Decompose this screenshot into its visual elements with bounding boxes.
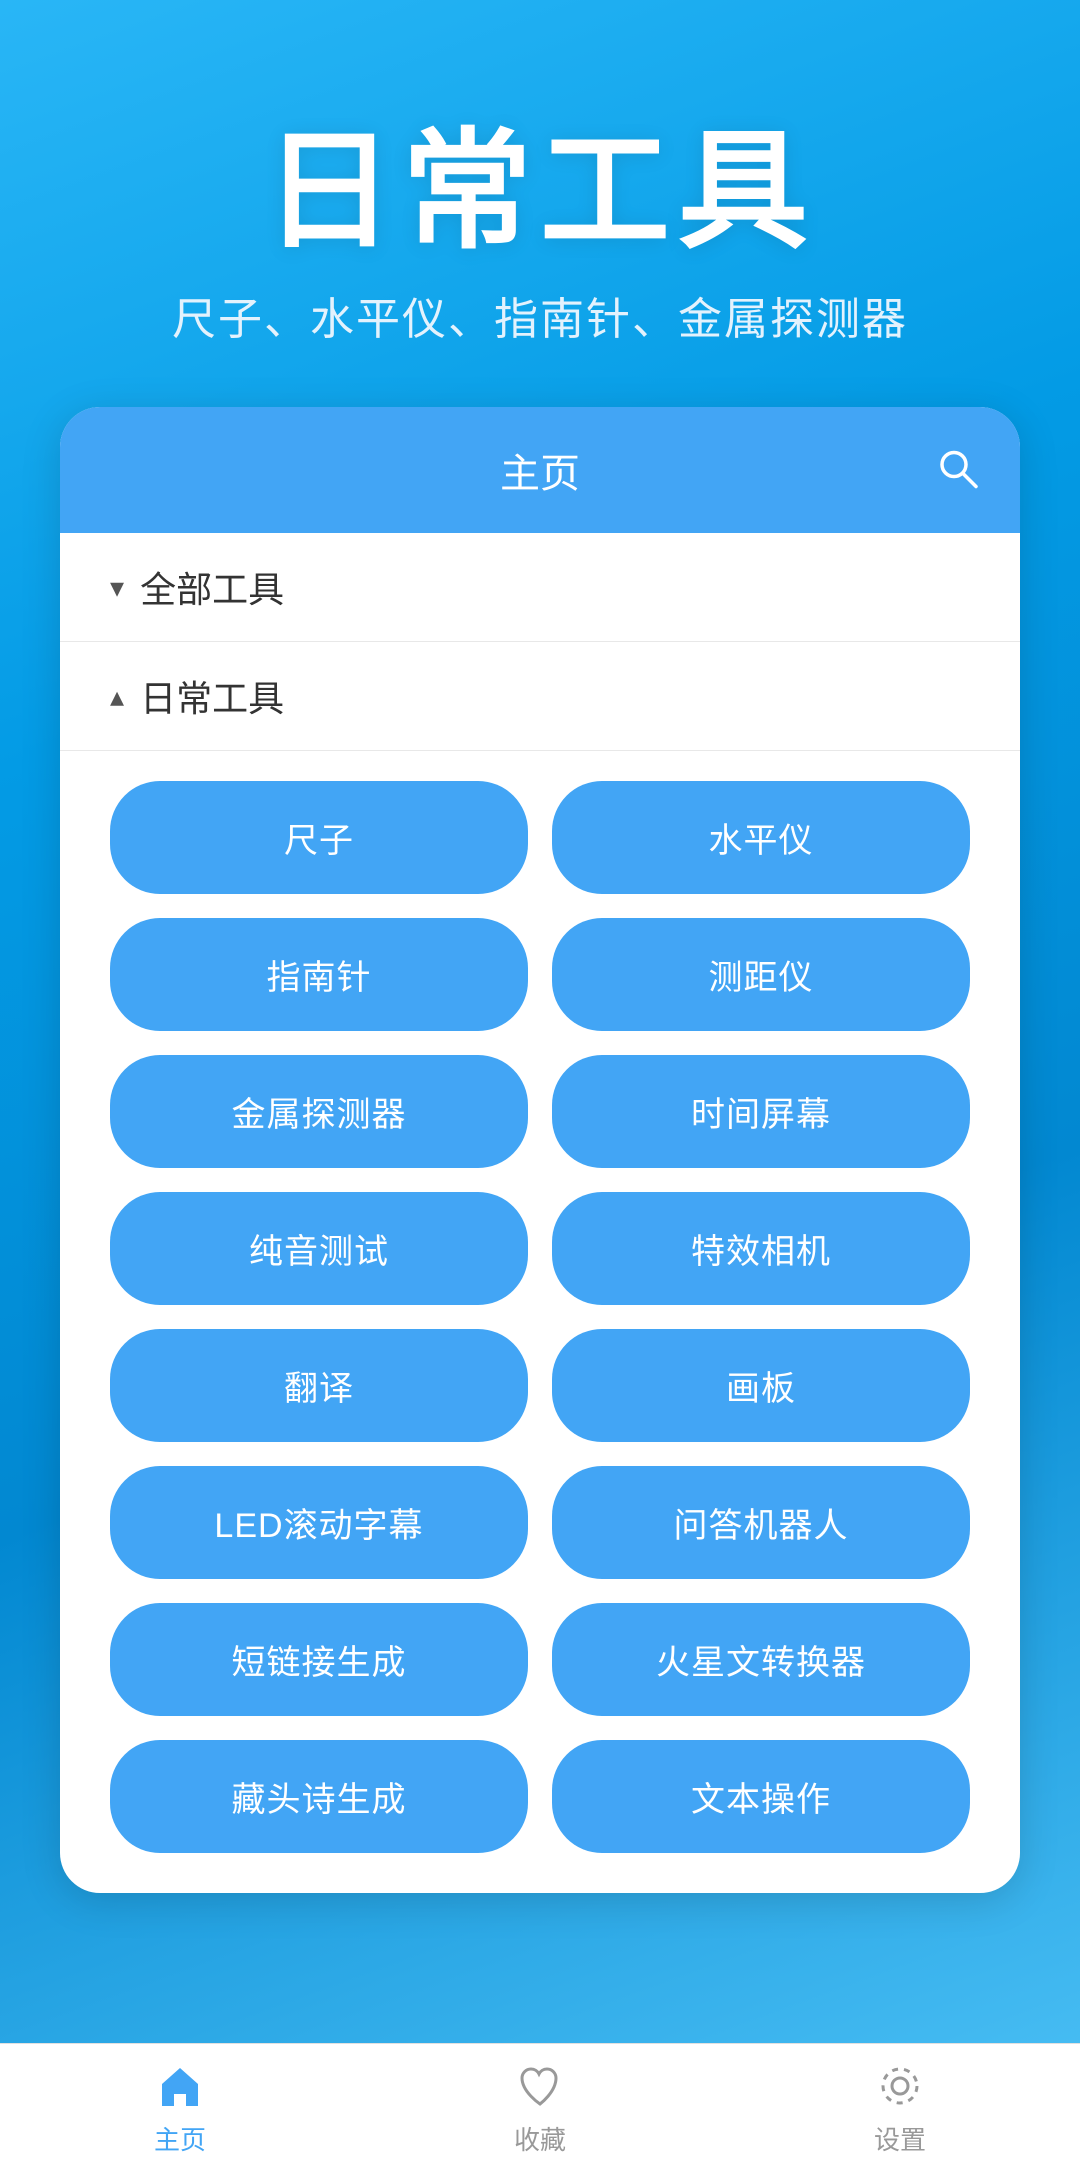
tool-button-测距仪[interactable]: 测距仪 xyxy=(552,918,970,1031)
tab-favorites-label: 收藏 xyxy=(514,2120,566,2157)
card-header-title: 主页 xyxy=(500,441,580,499)
tool-button-指南针[interactable]: 指南针 xyxy=(110,918,528,1031)
tab-home-label: 主页 xyxy=(154,2120,206,2157)
search-icon xyxy=(934,445,980,491)
hero-section: 日常工具 尺子、水平仪、指南针、金属探测器 xyxy=(0,0,1080,407)
tool-button-火星文转换器[interactable]: 火星文转换器 xyxy=(552,1603,970,1716)
tools-grid: 尺子水平仪指南针测距仪金属探测器时间屏幕纯音测试特效相机翻译画板LED滚动字幕问… xyxy=(60,751,1020,1893)
category-daily-tools[interactable]: ▴ 日常工具 xyxy=(60,642,1020,751)
hero-subtitle: 尺子、水平仪、指南针、金属探测器 xyxy=(0,283,1080,347)
category-all-tools[interactable]: ▾ 全部工具 xyxy=(60,533,1020,642)
chevron-up-icon: ▴ xyxy=(110,680,124,713)
tool-button-特效相机[interactable]: 特效相机 xyxy=(552,1192,970,1305)
hero-title: 日常工具 xyxy=(0,120,1080,263)
settings-icon xyxy=(874,2060,926,2112)
chevron-down-icon: ▾ xyxy=(110,571,124,604)
heart-icon xyxy=(514,2060,566,2112)
tool-button-时间屏幕[interactable]: 时间屏幕 xyxy=(552,1055,970,1168)
tab-bar: 主页 收藏 设置 xyxy=(0,2043,1080,2173)
tool-button-尺子[interactable]: 尺子 xyxy=(110,781,528,894)
tool-button-短链接生成[interactable]: 短链接生成 xyxy=(110,1603,528,1716)
tab-settings-label: 设置 xyxy=(874,2120,926,2157)
home-icon xyxy=(154,2060,206,2112)
tool-button-文本操作[interactable]: 文本操作 xyxy=(552,1740,970,1853)
tool-button-翻译[interactable]: 翻译 xyxy=(110,1329,528,1442)
category-all-tools-label: 全部工具 xyxy=(140,561,284,613)
category-daily-tools-label: 日常工具 xyxy=(140,670,284,722)
tab-favorites[interactable]: 收藏 xyxy=(360,2060,720,2157)
tool-button-问答机器人[interactable]: 问答机器人 xyxy=(552,1466,970,1579)
tool-button-水平仪[interactable]: 水平仪 xyxy=(552,781,970,894)
tool-button-纯音测试[interactable]: 纯音测试 xyxy=(110,1192,528,1305)
card-header: 主页 xyxy=(60,407,1020,533)
search-button[interactable] xyxy=(934,445,980,496)
tool-button-画板[interactable]: 画板 xyxy=(552,1329,970,1442)
tool-button-LED滚动字幕[interactable]: LED滚动字幕 xyxy=(110,1466,528,1579)
tab-settings[interactable]: 设置 xyxy=(720,2060,1080,2157)
main-card: 主页 ▾ 全部工具 ▴ 日常工具 尺子水平仪指南针测距仪金属探测器时间屏幕纯音测… xyxy=(60,407,1020,1893)
tool-button-金属探测器[interactable]: 金属探测器 xyxy=(110,1055,528,1168)
tab-home[interactable]: 主页 xyxy=(0,2060,360,2157)
tool-button-藏头诗生成[interactable]: 藏头诗生成 xyxy=(110,1740,528,1853)
